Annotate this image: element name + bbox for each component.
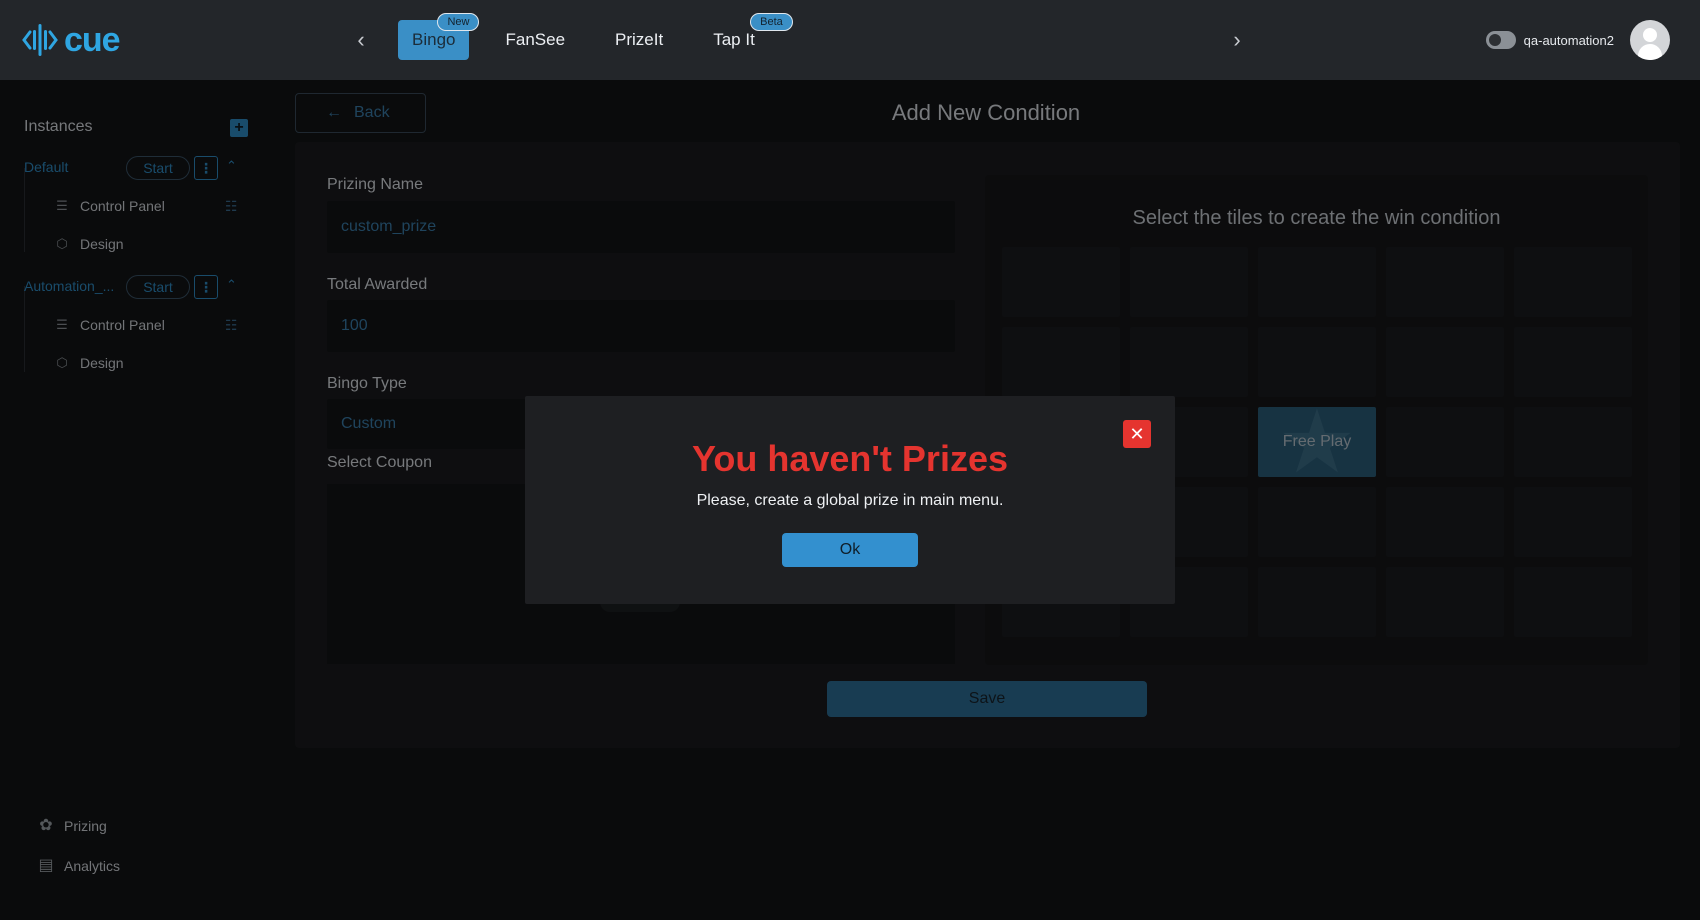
- tab-label: Bingo: [412, 30, 456, 49]
- user-area: qa-automation2: [1485, 20, 1670, 60]
- tab-fansee[interactable]: FanSee: [491, 20, 579, 60]
- ok-button[interactable]: Ok: [782, 533, 918, 567]
- avatar[interactable]: [1630, 20, 1670, 60]
- beta-badge: Beta: [750, 13, 793, 31]
- tab-tap-it[interactable]: Tap It Beta: [699, 13, 793, 60]
- tab-bingo[interactable]: Bingo New: [398, 13, 480, 60]
- logo-mark-icon: [22, 24, 58, 56]
- tab-label: Tap It: [713, 30, 755, 49]
- modal-message: Please, create a global prize in main me…: [696, 492, 1004, 509]
- no-prizes-modal: ✕ You haven't Prizes Please, create a gl…: [525, 396, 1175, 604]
- new-badge: New: [437, 13, 480, 31]
- chevron-left-icon[interactable]: ‹: [347, 26, 375, 54]
- chevron-right-icon[interactable]: ›: [1223, 26, 1251, 54]
- modal-title: You haven't Prizes: [692, 438, 1008, 479]
- cue-logo[interactable]: cue: [22, 20, 121, 60]
- logo-text: cue: [64, 20, 121, 59]
- product-tabs: Bingo New FanSee PrizeIt Tap It Beta: [398, 13, 793, 60]
- tab-label: FanSee: [505, 30, 566, 49]
- top-bar: cue ‹ Bingo New FanSee PrizeIt Tap It Be…: [0, 0, 1700, 80]
- username: qa-automation2: [1523, 32, 1614, 48]
- tab-label: PrizeIt: [615, 30, 664, 49]
- tab-prizeit[interactable]: PrizeIt: [601, 20, 677, 60]
- theme-toggle[interactable]: [1485, 31, 1516, 49]
